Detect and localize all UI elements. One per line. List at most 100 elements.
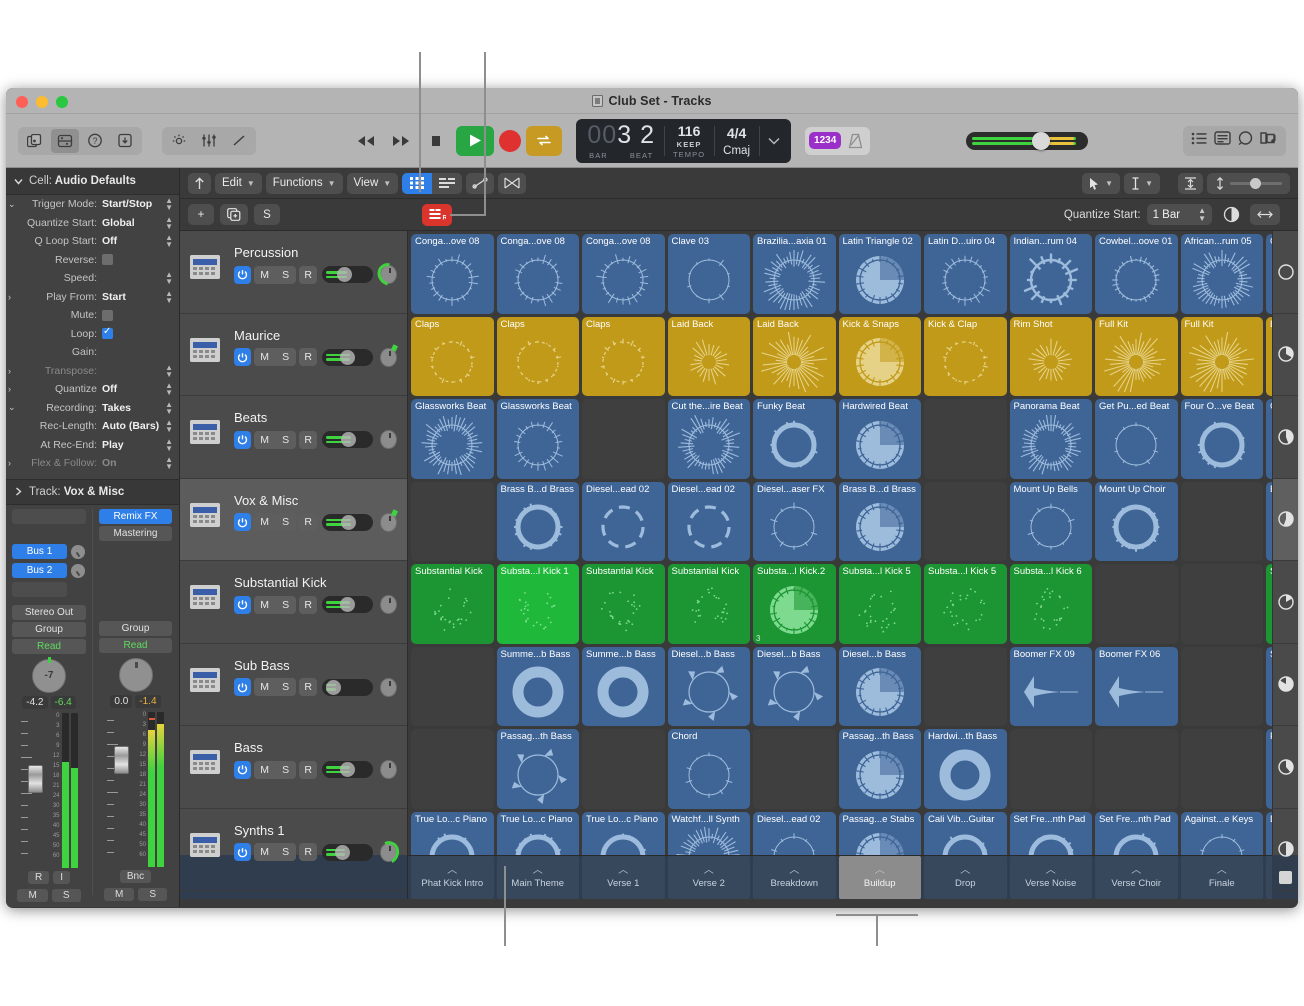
loop-cell[interactable]: Mount Up Choir: [1095, 482, 1178, 562]
loop-cell[interactable]: Boomer FX 06: [1095, 647, 1178, 727]
track-mute-solo[interactable]: M S: [254, 513, 296, 531]
loop-cell[interactable]: Sum: [1266, 647, 1272, 727]
inspector-param-row[interactable]: ⌄Recording:Takes▲▼: [6, 399, 179, 418]
loop-cell[interactable]: Su: [1266, 564, 1272, 644]
loop-cell[interactable]: African...rum 05: [1181, 234, 1264, 314]
loop-cell[interactable]: Substa...l Kick 1: [497, 564, 580, 644]
empty-cell[interactable]: [924, 647, 1007, 727]
scene-trigger[interactable]: ︿ Finale: [1181, 856, 1264, 899]
fader-area[interactable]: 03691215182124303540455060: [99, 712, 172, 867]
loop-cell[interactable]: Panorama Beat: [1010, 399, 1093, 479]
track-controls[interactable]: M S R: [234, 348, 397, 367]
view-menu[interactable]: View ▼: [347, 173, 399, 194]
param-checkbox[interactable]: [102, 254, 113, 265]
loop-cell[interactable]: Summe...b Bass: [582, 647, 665, 727]
scene-trigger[interactable]: ︿ Verse 2: [668, 856, 751, 899]
row-play-stop-button[interactable]: [1273, 561, 1298, 644]
loop-cell[interactable]: Set Fre...nth Pad: [1010, 812, 1093, 856]
loop-cell[interactable]: Diesel...ead 02: [753, 812, 836, 856]
stepper-arrows-icon[interactable]: ▲▼: [165, 382, 173, 396]
track-power-icon[interactable]: [234, 348, 251, 366]
peak-value[interactable]: -1.4: [135, 695, 160, 708]
fader-cap[interactable]: [28, 765, 43, 793]
loop-cell[interactable]: Four O...ve Beat: [1181, 399, 1264, 479]
peak-value[interactable]: -6.4: [51, 696, 76, 709]
send-slot-empty[interactable]: [12, 582, 67, 597]
track-power-icon[interactable]: [234, 431, 251, 449]
track-mute-solo[interactable]: M S: [254, 348, 296, 366]
right-panel-toggles[interactable]: [1183, 126, 1286, 156]
row-play-stop-button[interactable]: [1273, 644, 1298, 727]
empty-cell[interactable]: [1095, 729, 1178, 809]
row-play-stop-button[interactable]: [1273, 726, 1298, 809]
loop-cell[interactable]: Claps: [497, 317, 580, 397]
scene-trigger[interactable]: ︿ Phat Kick Intro: [411, 856, 494, 899]
track-pan-knob[interactable]: [380, 843, 397, 862]
pointer-tool-selector[interactable]: ▼: [1082, 173, 1120, 194]
group-slot[interactable]: Group: [12, 622, 86, 637]
track-record-button[interactable]: R: [299, 513, 317, 531]
track-controls[interactable]: M S R: [234, 265, 397, 284]
window-controls[interactable]: [16, 96, 68, 108]
loop-cell[interactable]: Chord: [668, 729, 751, 809]
loop-cell[interactable]: Diesel...aser FX: [753, 482, 836, 562]
send-level-knob[interactable]: [71, 564, 85, 578]
disclosure-triangle-icon[interactable]: ›: [8, 292, 11, 302]
loop-cell[interactable]: Bra: [1266, 482, 1272, 562]
track-header-substantial-kick[interactable]: Substantial Kick M S R: [180, 561, 407, 644]
rewind-icon[interactable]: [351, 127, 381, 155]
inspector-param-row[interactable]: ›Play From:Start▲▼: [6, 288, 179, 307]
empty-cell[interactable]: [1181, 564, 1264, 644]
plugin-slot[interactable]: [12, 509, 86, 524]
empty-cell[interactable]: [411, 647, 494, 727]
loop-cell[interactable]: Hardwired Beat: [839, 399, 922, 479]
minimize-button[interactable]: [36, 96, 48, 108]
editor-toggle-group[interactable]: [162, 127, 256, 155]
track-mute-button[interactable]: M: [254, 434, 275, 446]
scene-trigger[interactable]: ︿ Main Theme: [497, 856, 580, 899]
editors-icon[interactable]: [225, 129, 253, 153]
loop-cell[interactable]: Substa...l Kick 5: [924, 564, 1007, 644]
track-header-synths-1[interactable]: Synths 1 M S R: [180, 809, 407, 892]
close-button[interactable]: [16, 96, 28, 108]
track-record-button[interactable]: R: [299, 596, 317, 614]
horizontal-scrollbar[interactable]: [180, 899, 1298, 907]
media-browser-icon[interactable]: [1260, 131, 1278, 150]
empty-cell[interactable]: [1010, 729, 1093, 809]
track-pan-knob[interactable]: [380, 348, 397, 367]
zoom-slider-knob[interactable]: [1250, 178, 1261, 189]
loop-cell[interactable]: Gla: [1266, 399, 1272, 479]
mute-button[interactable]: M: [17, 889, 47, 902]
scene-trigger[interactable]: ︿ Drop: [924, 856, 1007, 899]
track-record-button[interactable]: R: [299, 266, 317, 284]
fader-cap[interactable]: [114, 746, 129, 774]
empty-cell[interactable]: [411, 482, 494, 562]
vertical-zoom-slider[interactable]: [1207, 173, 1290, 194]
inspector-param-row[interactable]: ⌄Trigger Mode:Start/Stop▲▼: [6, 195, 179, 214]
row-play-stop-button[interactable]: [1273, 314, 1298, 397]
loop-cell[interactable]: Lai: [1266, 317, 1272, 397]
fit-vertically-button[interactable]: [1178, 173, 1203, 194]
record-cells-button[interactable]: R: [422, 204, 452, 226]
automation-icon[interactable]: [466, 173, 494, 194]
solo-button[interactable]: S: [52, 889, 81, 902]
track-solo-button[interactable]: S: [275, 599, 296, 611]
empty-cell[interactable]: [1095, 564, 1178, 644]
count-in-button[interactable]: 1234: [809, 132, 841, 149]
volume-fader[interactable]: [21, 713, 43, 868]
inspector-param-row[interactable]: Quantize Start:Global▲▼: [6, 214, 179, 233]
mixer-icon[interactable]: [195, 129, 223, 153]
empty-cell[interactable]: [753, 729, 836, 809]
loop-cell[interactable]: Glassworks Beat: [497, 399, 580, 479]
loop-cell[interactable]: Substantial Kick: [582, 564, 665, 644]
loop-cell[interactable]: Conga...ove 08: [497, 234, 580, 314]
loop-cell[interactable]: Funky Beat: [753, 399, 836, 479]
loop-cell[interactable]: Cali Vib...Guitar: [924, 812, 1007, 856]
output-slot[interactable]: Stereo Out: [12, 605, 86, 620]
loop-cell[interactable]: Laid Back: [753, 317, 836, 397]
loop-cell[interactable]: Glassworks Beat: [411, 399, 494, 479]
inspector-param-row[interactable]: ›Flex & Follow:On▲▼: [6, 454, 179, 473]
track-pan-knob[interactable]: [380, 760, 397, 779]
duplicate-button[interactable]: [220, 204, 248, 225]
loop-cell[interactable]: Hardwi...th Bass: [924, 729, 1007, 809]
